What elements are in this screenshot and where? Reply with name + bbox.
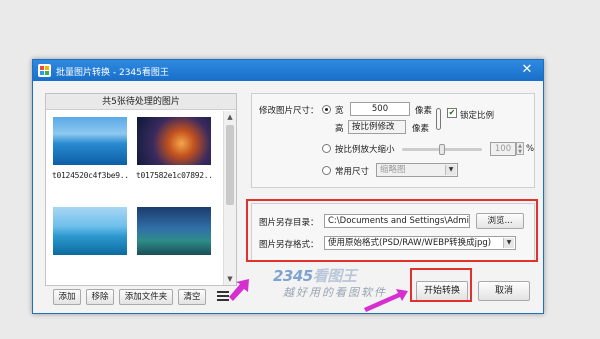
lock-ratio-label: 锁定比例 [460, 111, 495, 121]
common-size-label: 常用尺寸 [335, 167, 370, 177]
resize-label: 修改图片尺寸： [259, 106, 319, 116]
scale-spinner[interactable]: ▲ ▼ [516, 142, 524, 155]
scale-input[interactable]: 100 [490, 142, 516, 156]
lock-ratio-checkbox[interactable]: ✔ [447, 108, 457, 118]
highlight-box-start [410, 268, 472, 302]
scroll-up-icon[interactable]: ▲ [224, 111, 236, 123]
width-unit: 像素 [415, 106, 433, 116]
aspect-link-icon [436, 108, 441, 130]
close-icon[interactable]: ✕ [519, 62, 535, 78]
scale-label: 按比例放大缩小 [335, 145, 395, 155]
list-action-bar: 添加 移除 添加文件夹 清空 [49, 289, 249, 305]
list-view-icon[interactable] [217, 291, 229, 303]
height-label: 高 [335, 124, 344, 134]
thumbnail-image [53, 207, 127, 255]
title-bar[interactable]: 批量图片转换 - 2345看图王 ✕ [33, 60, 543, 81]
image-list-panel: 共5张待处理的图片 t0124520c4f3be9... t017582e1c0… [45, 93, 237, 286]
common-size-select[interactable]: 缩略图 ▼ [376, 163, 458, 177]
thumbnail-image [53, 117, 127, 165]
chevron-down-icon: ▼ [445, 165, 456, 175]
remove-button[interactable]: 移除 [86, 289, 114, 305]
scroll-down-icon[interactable]: ▼ [224, 273, 236, 285]
watermark-slogan: 越好用的看图软件 [283, 286, 387, 299]
highlight-box-output [246, 199, 538, 262]
height-unit: 像素 [412, 124, 430, 134]
window-title: 批量图片转换 - 2345看图王 [56, 68, 169, 78]
resize-by-scale-radio[interactable] [322, 144, 331, 153]
thumbnail-grid: t0124520c4f3be9... t017582e1c07892... [46, 111, 224, 285]
add-folder-button[interactable]: 添加文件夹 [119, 289, 173, 305]
list-item[interactable] [52, 207, 128, 269]
watermark-logo: 2345看图王 [273, 267, 357, 285]
common-size-radio[interactable] [322, 166, 331, 175]
app-logo-icon [38, 64, 51, 77]
list-item[interactable] [136, 207, 212, 269]
common-size-value: 缩略图 [380, 165, 406, 175]
scale-slider-thumb[interactable] [439, 144, 445, 155]
cancel-button[interactable]: 取消 [478, 281, 530, 301]
vertical-scrollbar[interactable]: ▲ ▼ [223, 111, 236, 285]
add-button[interactable]: 添加 [53, 289, 81, 305]
thumbnail-image [137, 207, 211, 255]
clear-button[interactable]: 清空 [178, 289, 206, 305]
scale-unit: % [526, 144, 535, 154]
list-item[interactable]: t0124520c4f3be9... [52, 117, 128, 180]
file-name: t0124520c4f3be9... [52, 171, 128, 180]
list-item[interactable]: t017582e1c07892... [136, 117, 212, 180]
resize-by-pixels-radio[interactable] [322, 105, 331, 114]
thumbnail-image [137, 117, 211, 165]
resize-panel: 修改图片尺寸： 宽 500 像素 ✔ 锁定比例 高 按比例修改 像素 按比例放大… [251, 93, 535, 188]
scrollbar-thumb[interactable] [226, 125, 234, 205]
width-label: 宽 [335, 106, 344, 116]
height-input[interactable]: 按比例修改 [348, 120, 406, 134]
width-input[interactable]: 500 [350, 102, 410, 116]
file-name: t017582e1c07892... [136, 171, 212, 180]
image-list-header: 共5张待处理的图片 [46, 94, 236, 110]
